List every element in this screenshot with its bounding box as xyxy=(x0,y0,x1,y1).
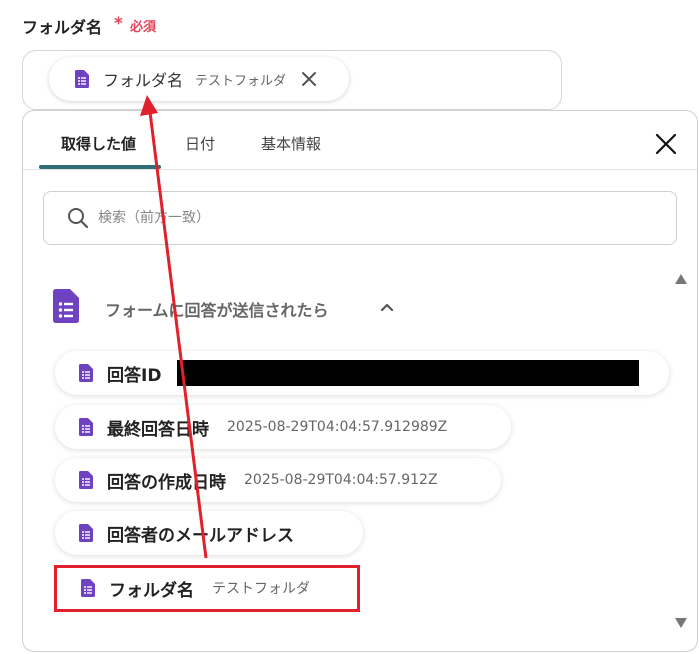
close-icon[interactable] xyxy=(300,70,318,88)
search-box[interactable] xyxy=(43,191,677,245)
field-label: フォルダ名 xyxy=(22,18,103,37)
chip-value: テストフォルダ xyxy=(195,73,287,89)
redacted-value xyxy=(177,360,640,386)
folder-name-field[interactable]: フォルダ名 テストフォルダ xyxy=(22,50,562,110)
google-forms-icon xyxy=(79,418,93,436)
item-label: 回答ID xyxy=(107,365,162,386)
google-forms-icon xyxy=(79,364,93,382)
google-forms-icon xyxy=(79,524,93,542)
scroll-down-arrow-icon[interactable] xyxy=(674,617,688,629)
google-forms-icon xyxy=(53,289,79,323)
item-label: 回答者のメールアドレス xyxy=(107,525,294,546)
tab-acquired-values[interactable]: 取得した値 xyxy=(61,133,136,154)
search-icon xyxy=(68,208,89,229)
google-forms-icon xyxy=(79,471,93,489)
item-value: 2025-08-29T04:04:57.912Z xyxy=(244,472,438,488)
list-item-response-id[interactable]: 回答ID xyxy=(55,351,669,395)
annotation-highlight-box xyxy=(54,565,360,612)
chevron-up-icon[interactable] xyxy=(379,299,395,315)
list-item-respondent-email[interactable]: 回答者のメールアドレス xyxy=(55,511,363,555)
selected-value-chip[interactable]: フォルダ名 テストフォルダ xyxy=(49,57,349,101)
search-input[interactable] xyxy=(96,209,660,227)
tab-date[interactable]: 日付 xyxy=(185,133,215,154)
scroll-up-arrow-icon[interactable] xyxy=(674,273,688,285)
list-item-response-created-time[interactable]: 回答の作成日時 2025-08-29T04:04:57.912Z xyxy=(55,458,501,502)
tab-basic-info[interactable]: 基本情報 xyxy=(261,133,321,154)
item-value: 2025-08-29T04:04:57.912989Z xyxy=(227,419,448,435)
item-label: 回答の作成日時 xyxy=(107,472,226,493)
required-text: 必須 xyxy=(130,20,157,35)
google-forms-icon xyxy=(75,70,89,88)
required-mark: * xyxy=(114,14,123,34)
list-item-last-response-time[interactable]: 最終回答日時 2025-08-29T04:04:57.912989Z xyxy=(55,405,511,449)
close-icon[interactable] xyxy=(655,133,677,155)
chip-label: フォルダ名 xyxy=(103,71,184,90)
section-title: フォームに回答が送信されたら xyxy=(105,301,329,320)
tab-divider xyxy=(23,169,697,170)
item-label: 最終回答日時 xyxy=(107,419,209,440)
